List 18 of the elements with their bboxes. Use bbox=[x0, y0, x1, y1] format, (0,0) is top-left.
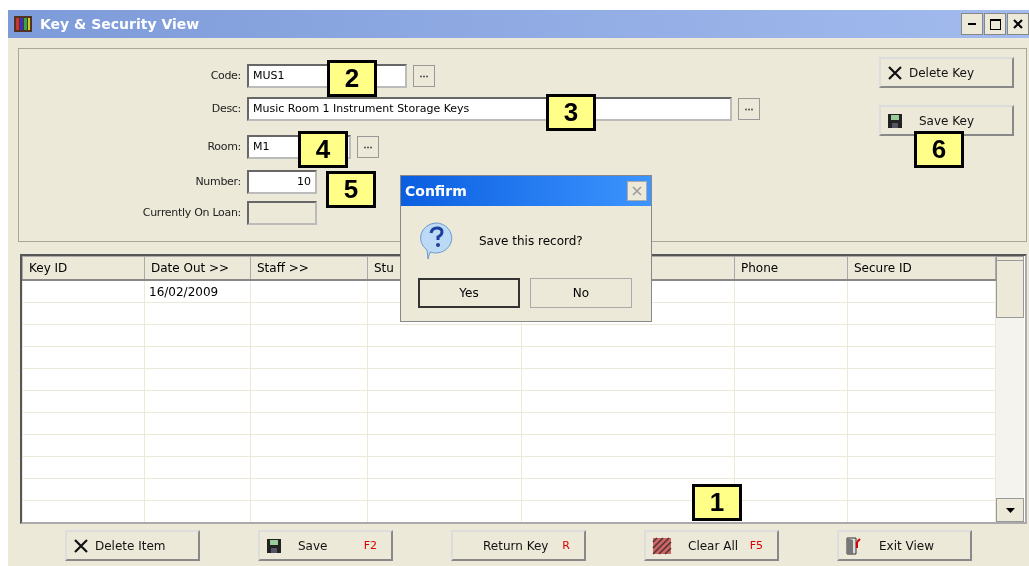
field-label: Room: bbox=[206, 139, 241, 153]
shortcut-key: R bbox=[562, 539, 570, 552]
shortcut-key: F2 bbox=[363, 539, 377, 552]
number-callout-tooltip: 2 bbox=[327, 60, 377, 97]
table-cell: 16/02/2009 bbox=[144, 280, 251, 303]
window-title: Key & Security View bbox=[40, 16, 200, 32]
number-callout-tooltip: 4 bbox=[298, 131, 348, 168]
shortcut-key: F5 bbox=[749, 539, 763, 552]
number-callout-tooltip: 3 bbox=[546, 94, 596, 131]
dialog-title: Confirm bbox=[405, 183, 467, 199]
dialog-message: Save this record? bbox=[479, 234, 583, 248]
field-label: Desc: bbox=[210, 101, 241, 115]
field-label: Currently On Loan: bbox=[141, 205, 241, 219]
number-callout-tooltip: 6 bbox=[914, 131, 964, 168]
number-callout-tooltip: 1 bbox=[692, 484, 742, 521]
field-label: Code: bbox=[209, 68, 241, 82]
number-callout-tooltip: 5 bbox=[326, 171, 376, 208]
field-label: Number: bbox=[194, 174, 241, 188]
